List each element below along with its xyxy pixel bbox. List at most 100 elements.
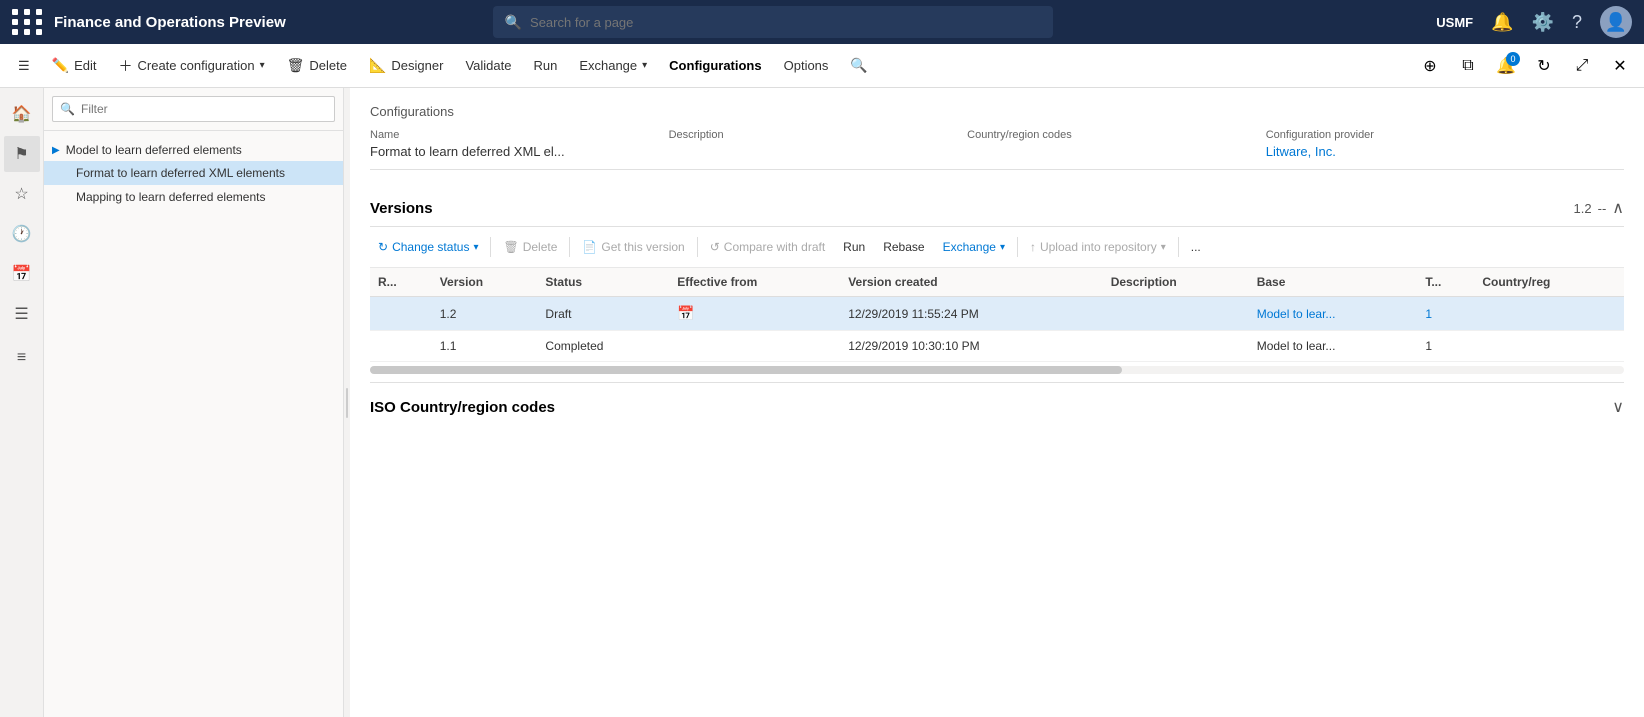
col-country: Country/reg — [1474, 268, 1624, 297]
cell-description — [1103, 297, 1249, 331]
create-dropdown-arrow: ▾ — [260, 60, 265, 71]
versions-run-button[interactable]: Run — [835, 235, 873, 259]
vt-sep-4 — [1017, 237, 1018, 257]
vt-sep-1 — [490, 237, 491, 257]
change-status-arrow: ▾ — [473, 242, 478, 253]
meta-name-col: Name Format to learn deferred XML el... — [370, 129, 669, 159]
change-status-button[interactable]: ↻ Change status ▾ — [370, 235, 486, 259]
meta-provider-col: Configuration provider Litware, Inc. — [1266, 129, 1624, 159]
meta-country-label: Country/region codes — [967, 129, 1266, 141]
alerts-button[interactable]: 🔔 0 — [1490, 50, 1522, 82]
avatar[interactable]: 👤 — [1600, 6, 1632, 38]
toolbar-right: ⊕ ⧉ 🔔 0 ↻ ⤢ ✕ — [1414, 50, 1636, 82]
vt-sep-3 — [697, 237, 698, 257]
rebase-button[interactable]: Rebase — [875, 235, 932, 259]
delete-button[interactable]: 🗑 Delete — [277, 51, 357, 80]
versions-number: 1.2 — [1574, 201, 1592, 216]
main-toolbar: ☰ ✏️ Edit ＋ Create configuration ▾ 🗑 Del… — [0, 44, 1644, 88]
cell-t — [1474, 297, 1624, 331]
settings-icon[interactable]: ⚙️ — [1532, 12, 1554, 33]
meta-provider-label: Configuration provider — [1266, 129, 1624, 141]
cell-description — [1103, 331, 1249, 362]
app-grid-icon[interactable] — [12, 9, 44, 35]
tree-child-item-format[interactable]: Format to learn deferred XML elements — [44, 161, 343, 185]
validate-button[interactable]: Validate — [455, 52, 521, 79]
meta-provider-value[interactable]: Litware, Inc. — [1266, 144, 1624, 159]
horizontal-scrollbar[interactable] — [370, 366, 1624, 374]
sidebar-menu-button[interactable]: ≡ — [4, 340, 40, 376]
cell-r — [370, 331, 432, 362]
col-version: Version — [432, 268, 538, 297]
versions-table: R... Version Status Effective from Versi… — [370, 268, 1624, 362]
edit-button[interactable]: ✏️ Edit — [42, 51, 107, 80]
col-version-created: Version created — [840, 268, 1103, 297]
versions-header: Versions 1.2 -- ∧ — [370, 186, 1624, 227]
versions-exchange-button[interactable]: Exchange ▾ — [935, 235, 1013, 259]
edit-icon: ✏️ — [52, 57, 69, 74]
table-row[interactable]: 1.1 Completed 12/29/2019 10:30:10 PM Mod… — [370, 331, 1624, 362]
search-box[interactable]: 🔍 — [493, 6, 1053, 38]
base-num-link[interactable]: 1 — [1425, 307, 1432, 321]
versions-dash: -- — [1598, 201, 1607, 216]
exchange-button[interactable]: Exchange ▾ — [569, 52, 657, 79]
col-status: Status — [537, 268, 669, 297]
configurations-button[interactable]: Configurations — [659, 52, 771, 79]
vt-sep-5 — [1178, 237, 1179, 257]
user-label: USMF — [1436, 15, 1473, 30]
alerts-badge: 0 — [1506, 52, 1520, 66]
upload-dropdown-icon: ▾ — [1161, 242, 1166, 253]
sidebar-star-button[interactable]: ☆ — [4, 176, 40, 212]
tree-panel: 🔍 ▶ Model to learn deferred elements For… — [44, 88, 344, 717]
base-link[interactable]: Model to lear... — [1257, 307, 1336, 321]
open-new-window-button[interactable]: ⧉ — [1452, 50, 1484, 82]
cell-version-created: 12/29/2019 11:55:24 PM — [840, 297, 1103, 331]
table-row[interactable]: 1.2 Draft 📅 12/29/2019 11:55:24 PM Model… — [370, 297, 1624, 331]
sidebar-recent-button[interactable]: 🕐 — [4, 216, 40, 252]
app-title: Finance and Operations Preview — [54, 14, 286, 31]
sidebar-filter-button[interactable]: ⚑ — [4, 136, 40, 172]
options-button[interactable]: Options — [774, 52, 839, 79]
sidebar-home-button[interactable]: 🏠 — [4, 96, 40, 132]
tree-resizer[interactable] — [1640, 0, 1644, 717]
scrollbar-thumb[interactable] — [370, 366, 1122, 374]
hamburger-button[interactable]: ☰ — [8, 52, 40, 80]
versions-collapse-button[interactable]: ∧ — [1612, 198, 1624, 218]
tree-filter-input[interactable] — [52, 96, 335, 122]
delete-icon: 🗑 — [287, 57, 305, 74]
refresh-button[interactable]: ↻ — [1528, 50, 1560, 82]
close-button[interactable]: ✕ — [1604, 50, 1636, 82]
tree-root-item[interactable]: ▶ Model to learn deferred elements — [44, 139, 343, 161]
cell-t — [1474, 331, 1624, 362]
sidebar-icons: 🏠 ⚑ ☆ 🕐 📅 ☰ ≡ — [0, 88, 44, 717]
upload-into-repository-button[interactable]: ↑ Upload into repository ▾ — [1022, 235, 1174, 259]
tree-body: ▶ Model to learn deferred elements Forma… — [44, 131, 343, 717]
sidebar-list-button[interactable]: ☰ — [4, 296, 40, 332]
versions-toolbar: ↻ Change status ▾ 🗑 Delete 📄 Get this ve… — [370, 227, 1624, 268]
sidebar-calendar-button[interactable]: 📅 — [4, 256, 40, 292]
restore-button[interactable]: ⤢ — [1566, 50, 1598, 82]
main-layout: 🏠 ⚑ ☆ 🕐 📅 ☰ ≡ 🔍 ▶ Model to learn deferre… — [0, 88, 1644, 717]
get-this-version-button[interactable]: 📄 Get this version — [574, 235, 692, 259]
run-button[interactable]: Run — [523, 52, 567, 79]
cell-base-num: 1 — [1417, 331, 1474, 362]
search-toolbar-button[interactable]: 🔍 — [840, 51, 877, 80]
versions-controls: 1.2 -- ∧ — [1574, 198, 1624, 218]
calendar-icon[interactable]: 📅 — [677, 305, 694, 321]
personalize-button[interactable]: ⊕ — [1414, 50, 1446, 82]
designer-button[interactable]: 📐 Designer — [359, 51, 453, 80]
notification-icon[interactable]: 🔔 — [1491, 12, 1513, 33]
help-icon[interactable]: ? — [1572, 12, 1582, 33]
designer-icon: 📐 — [369, 57, 386, 74]
compare-with-draft-button[interactable]: ↺ Compare with draft — [702, 235, 833, 259]
versions-more-button[interactable]: ... — [1183, 235, 1209, 259]
search-input[interactable] — [530, 15, 1041, 30]
col-base: Base — [1249, 268, 1418, 297]
create-configuration-button[interactable]: ＋ Create configuration ▾ — [109, 50, 275, 82]
versions-title: Versions — [370, 200, 433, 217]
cell-base: Model to lear... — [1249, 331, 1418, 362]
tree-child-item-mapping[interactable]: Mapping to learn deferred elements — [44, 185, 343, 209]
search-toolbar-icon: 🔍 — [850, 57, 867, 74]
iso-section[interactable]: ISO Country/region codes ∨ — [370, 382, 1624, 431]
meta-name-value: Format to learn deferred XML el... — [370, 144, 669, 159]
versions-delete-button[interactable]: 🗑 Delete — [495, 235, 565, 259]
